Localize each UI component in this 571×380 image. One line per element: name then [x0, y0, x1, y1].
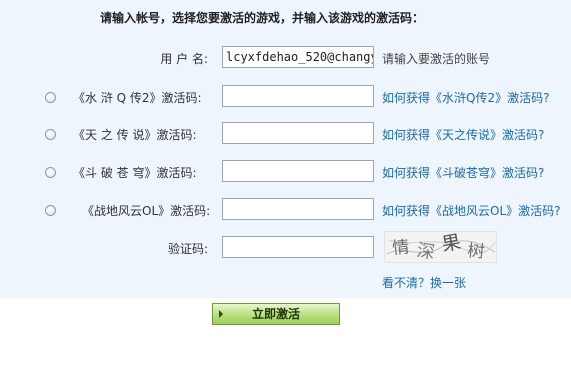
help-link-doupo[interactable]: 如何获得《斗破苍穹》激活码? — [382, 164, 544, 181]
code-input-tianzhi[interactable] — [222, 122, 374, 144]
code-input-zhandi[interactable] — [222, 198, 374, 220]
game-radio-tianzhi[interactable] — [45, 129, 56, 140]
activate-button[interactable]: 立即激活 — [212, 303, 340, 325]
code-input-doupo[interactable] — [222, 160, 374, 182]
help-link-shuihu[interactable]: 如何获得《水浒Q传2》激活码? — [382, 89, 549, 106]
captcha-image[interactable]: 情 深 果 树 — [384, 231, 497, 263]
game-label-zhandi: 《战地风云OL》激活码: — [82, 204, 211, 218]
captcha-char-2: 深 — [415, 240, 436, 262]
code-input-shuihu[interactable] — [222, 85, 374, 107]
help-link-zhandi[interactable]: 如何获得《战地风云OL》激活码? — [382, 202, 561, 219]
game-label-tianzhi: 《天 之 传 说》激活码: — [73, 128, 197, 142]
help-link-tianzhi[interactable]: 如何获得《天之传说》激活码? — [382, 126, 544, 143]
arrow-right-icon — [219, 310, 223, 318]
captcha-label: 验证码: — [167, 242, 208, 256]
game-radio-doupo[interactable] — [45, 167, 56, 178]
activation-form-panel: 请输入帐号，选择您要激活的游戏，并输入该游戏的激活码： 用 户 名: lcyxf… — [0, 0, 571, 298]
game-radio-zhandi[interactable] — [45, 205, 56, 216]
captcha-char-1: 情 — [391, 237, 410, 259]
game-radio-shuihu[interactable] — [45, 92, 56, 103]
game-label-doupo: 《斗 破 苍 穹》激活码: — [73, 166, 197, 180]
captcha-refresh-link[interactable]: 看不清？换一张 — [382, 274, 466, 291]
form-heading: 请输入帐号，选择您要激活的游戏，并输入该游戏的激活码： — [100, 11, 425, 25]
game-label-shuihu: 《水 浒 Q 传2》激活码: — [73, 91, 202, 105]
captcha-char-4: 树 — [467, 241, 486, 262]
captcha-input[interactable] — [222, 236, 374, 258]
username-hint: 请输入要激活的账号 — [382, 52, 491, 66]
username-input[interactable]: lcyxfdehao_520@changyou.com — [222, 46, 374, 68]
captcha-char-3: 果 — [440, 232, 463, 256]
username-label: 用 户 名: — [160, 52, 208, 66]
activate-button-label: 立即激活 — [251, 307, 300, 321]
